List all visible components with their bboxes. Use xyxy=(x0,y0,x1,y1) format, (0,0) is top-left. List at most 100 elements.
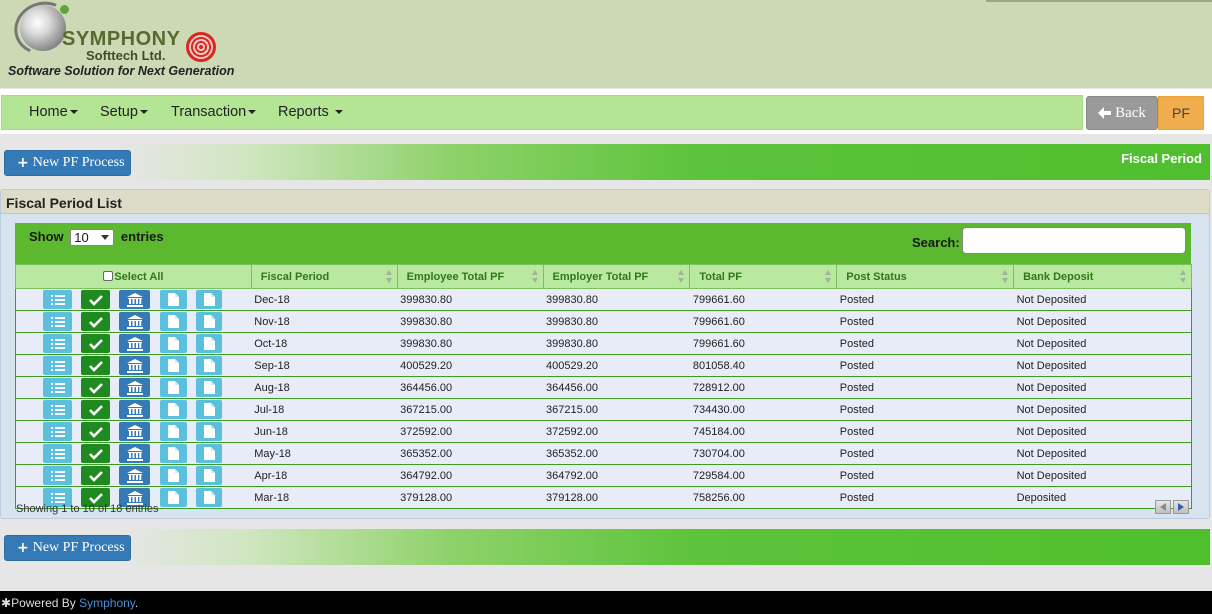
bank-icon xyxy=(126,292,143,307)
view-details-button[interactable] xyxy=(43,334,72,353)
row-action-buttons xyxy=(16,377,251,398)
column-header-employee-total-pf[interactable]: Employee Total PF xyxy=(396,264,544,289)
approve-button[interactable] xyxy=(81,466,110,485)
pf-module-button[interactable]: PF xyxy=(1158,96,1204,130)
check-icon xyxy=(88,448,103,460)
column-header-bank-deposit[interactable]: Bank Deposit xyxy=(1013,264,1192,289)
document-button[interactable] xyxy=(160,290,187,309)
report-button[interactable] xyxy=(196,422,222,441)
nav-home[interactable]: Home xyxy=(29,104,78,120)
new-pf-process-button-top[interactable]: + New PF Process xyxy=(4,150,131,176)
column-header-post-status[interactable]: Post Status xyxy=(836,264,1015,289)
footer-symphony-link[interactable]: Symphony xyxy=(79,596,135,610)
bank-deposit-button[interactable] xyxy=(119,466,150,485)
bank-deposit-button[interactable] xyxy=(119,312,150,331)
table-row: Sep-18 400529.20 400529.20 801058.40 Posted N… xyxy=(15,354,1192,377)
caret-down-icon xyxy=(334,110,343,115)
employer-total-pf-cell: 364792.00 xyxy=(543,464,690,487)
new-pf-process-button-bottom[interactable]: + New PF Process xyxy=(4,535,131,561)
document-button[interactable] xyxy=(160,444,187,463)
caret-down-icon xyxy=(69,110,78,115)
total-pf-cell: 728912.00 xyxy=(689,376,837,399)
approve-button[interactable] xyxy=(81,400,110,419)
bank-deposit-button[interactable] xyxy=(119,334,150,353)
column-label: Post Status xyxy=(846,270,907,283)
document-icon xyxy=(203,381,215,394)
approve-button[interactable] xyxy=(81,422,110,441)
column-header-employer-total-pf[interactable]: Employer Total PF xyxy=(542,264,691,289)
approve-button[interactable] xyxy=(81,334,110,353)
header-strip xyxy=(986,0,1212,2)
report-button[interactable] xyxy=(196,400,222,419)
nav-reports[interactable]: Reports xyxy=(278,104,343,120)
document-button[interactable] xyxy=(160,334,187,353)
document-button[interactable] xyxy=(160,400,187,419)
view-details-button[interactable] xyxy=(43,422,72,441)
next-page-button[interactable] xyxy=(1173,500,1189,514)
report-button[interactable] xyxy=(196,290,222,309)
document-button[interactable] xyxy=(160,488,187,507)
document-icon xyxy=(168,425,179,438)
view-details-button[interactable] xyxy=(43,356,72,375)
bank-deposit-button[interactable] xyxy=(119,290,150,309)
report-button[interactable] xyxy=(196,466,222,485)
report-button[interactable] xyxy=(196,488,222,507)
employee-total-pf-cell: 399830.80 xyxy=(397,332,544,355)
approve-button[interactable] xyxy=(81,444,110,463)
document-icon xyxy=(203,403,215,416)
bank-deposit-button[interactable] xyxy=(119,444,150,463)
report-button[interactable] xyxy=(196,356,222,375)
company-logo[interactable]: SYMPHONY Softtech Ltd. Software Solution… xyxy=(6,0,246,84)
column-header-fiscal-period[interactable]: Fiscal Period xyxy=(250,264,398,289)
logo-globe-icon xyxy=(20,5,66,51)
view-details-button[interactable] xyxy=(43,312,72,331)
footer-prefix: Powered By xyxy=(11,596,76,610)
view-details-button[interactable] xyxy=(43,466,72,485)
logo-tagline: Software Solution for Next Generation xyxy=(8,64,235,78)
search-input[interactable] xyxy=(962,227,1186,254)
back-button[interactable]: Back xyxy=(1086,96,1158,130)
view-details-button[interactable] xyxy=(43,444,72,463)
employee-total-pf-cell: 364792.00 xyxy=(397,464,544,487)
check-icon xyxy=(88,294,103,306)
check-icon xyxy=(88,382,103,394)
document-button[interactable] xyxy=(160,312,187,331)
bank-deposit-button[interactable] xyxy=(119,378,150,397)
document-button[interactable] xyxy=(160,466,187,485)
report-button[interactable] xyxy=(196,334,222,353)
logo-seal-icon xyxy=(186,32,216,62)
nav-transaction[interactable]: Transaction xyxy=(171,104,257,120)
fiscal-period-table: Select All Fiscal Period Employee Total … xyxy=(15,264,1192,509)
report-button[interactable] xyxy=(196,312,222,331)
document-button[interactable] xyxy=(160,378,187,397)
approve-button[interactable] xyxy=(81,290,110,309)
view-details-button[interactable] xyxy=(43,378,72,397)
approve-button[interactable] xyxy=(81,356,110,375)
row-action-buttons xyxy=(16,399,251,420)
table-row: Apr-18 364792.00 364792.00 729584.00 Posted N… xyxy=(15,464,1192,487)
nav-setup[interactable]: Setup xyxy=(100,104,148,120)
post-status-cell: Posted xyxy=(836,332,1014,355)
view-details-button[interactable] xyxy=(43,290,72,309)
report-button[interactable] xyxy=(196,444,222,463)
document-button[interactable] xyxy=(160,356,187,375)
bank-deposit-button[interactable] xyxy=(119,356,150,375)
column-header-total-pf[interactable]: Total PF xyxy=(689,264,838,289)
select-all-header[interactable]: Select All xyxy=(15,264,252,289)
employee-total-pf-cell: 399830.80 xyxy=(397,288,544,311)
table-info: Showing 1 to 10 of 18 entries xyxy=(16,503,159,515)
employee-total-pf-cell: 379128.00 xyxy=(397,486,544,509)
bank-deposit-button[interactable] xyxy=(119,400,150,419)
approve-button[interactable] xyxy=(81,312,110,331)
nav-setup-label: Setup xyxy=(100,104,138,120)
approve-button[interactable] xyxy=(81,378,110,397)
bank-deposit-button[interactable] xyxy=(119,422,150,441)
view-details-button[interactable] xyxy=(43,400,72,419)
select-all-checkbox[interactable] xyxy=(103,270,114,281)
previous-page-button[interactable] xyxy=(1155,500,1171,514)
document-button[interactable] xyxy=(160,422,187,441)
total-pf-cell: 758256.00 xyxy=(689,486,837,509)
post-status-cell: Posted xyxy=(836,376,1014,399)
entries-per-page-select[interactable]: 10 xyxy=(70,229,115,247)
report-button[interactable] xyxy=(196,378,222,397)
